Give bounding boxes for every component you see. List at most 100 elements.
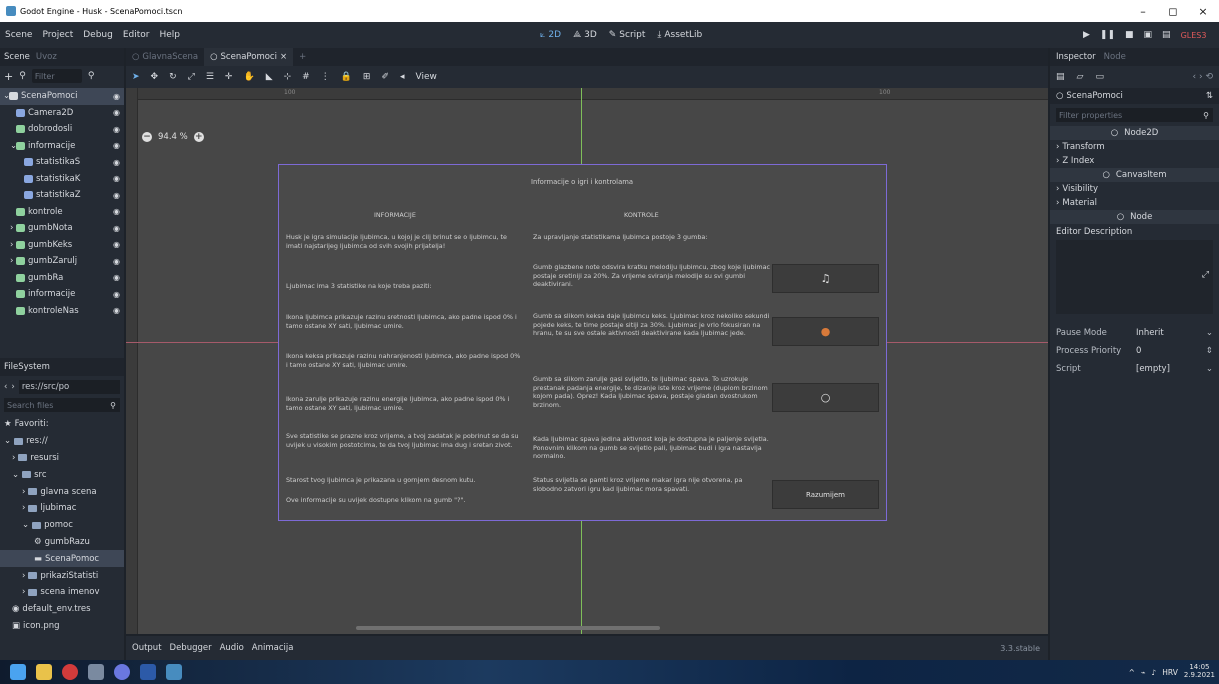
play-scene-icon[interactable]: ▣ [1144,30,1153,40]
scene-tree-node[interactable]: dobrodosli ◉ [0,121,124,138]
move-tool-icon[interactable]: ✥ [151,72,159,82]
view-menu[interactable]: View [416,72,437,82]
object-options-icon[interactable]: ⇅ [1206,91,1213,101]
visibility-eye-icon[interactable]: ◉ [113,290,120,299]
scene-tree-node[interactable]: statistikaS ◉ [0,154,124,171]
razumijem-button[interactable]: Razumijem [772,480,879,509]
filesystem-item[interactable]: › resursi [0,450,124,467]
tab-audio[interactable]: Audio [220,643,244,653]
open-resource-icon[interactable]: ▱ [1077,72,1084,82]
ruler-tool-icon[interactable]: ◣ [266,72,273,82]
camera-override-icon[interactable]: ◂ [400,72,405,82]
close-tab-icon[interactable]: × [280,52,287,62]
filesystem-item[interactable]: ▣ icon.png [0,618,124,635]
tab-inspector[interactable]: Inspector [1056,52,1096,62]
workspace-2d[interactable]: ⟀ 2D [540,30,561,40]
visibility-eye-icon[interactable]: ◉ [113,240,120,249]
opera-icon[interactable] [62,664,78,680]
visibility-eye-icon[interactable]: ◉ [113,306,120,315]
discord-icon[interactable] [114,664,130,680]
visibility-eye-icon[interactable]: ◉ [113,174,120,183]
tab-scene[interactable]: Scene [4,52,30,62]
music-note-button[interactable]: ♫ [772,264,879,293]
tree-expand-icon[interactable]: ⌄ [12,470,19,480]
inspector-section[interactable]: › Z Index [1050,154,1219,168]
filesystem-item[interactable]: ⚙ gumbRazu [0,534,124,551]
scale-tool-icon[interactable]: ⤢ [188,72,195,82]
tab-debugger[interactable]: Debugger [170,643,212,653]
cookie-button[interactable]: ● [772,317,879,346]
visibility-eye-icon[interactable]: ◉ [113,207,120,216]
tree-expand-icon[interactable]: › [22,487,25,497]
visibility-eye-icon[interactable]: ◉ [113,125,120,134]
workspace-3d[interactable]: ⟁ 3D [573,30,597,40]
pivot-tool-icon[interactable]: ✛ [225,72,233,82]
filesystem-item[interactable]: ★ Favoriti: [0,416,124,433]
visibility-eye-icon[interactable]: ◉ [113,158,120,167]
language-indicator[interactable]: HRV [1162,668,1178,677]
play-custom-scene-icon[interactable]: ▤ [1162,30,1171,40]
inspector-section[interactable]: › Transform [1050,140,1219,154]
property-control-icon[interactable]: ⇕ [1206,346,1213,356]
filesystem-search-input[interactable]: Search files ⚲ [4,398,120,412]
start-icon[interactable] [10,664,26,680]
property-control-icon[interactable]: ⌄ [1206,328,1213,338]
scene-tree-node[interactable]: statistikaK ◉ [0,171,124,188]
renderer-select[interactable]: GLES3 [1181,31,1207,40]
visibility-eye-icon[interactable]: ◉ [113,191,120,200]
filesystem-item[interactable]: › ljubimac [0,500,124,517]
tab-output[interactable]: Output [132,643,162,653]
maximize-button[interactable]: ◻ [1158,0,1188,22]
forward-icon[interactable]: › [11,382,14,392]
play-icon[interactable]: ▶ [1083,30,1090,40]
scene-tree-node[interactable]: › gumbNota ◉ [0,220,124,237]
visibility-eye-icon[interactable]: ◉ [113,141,120,150]
filesystem-item[interactable]: › scena imenov [0,584,124,601]
tab-animacija[interactable]: Animacija [252,643,294,653]
scene-tree-node[interactable]: gumbRa ◉ [0,270,124,287]
add-tab-button[interactable]: + [293,48,312,66]
tab-glavnascena[interactable]: ○ GlavnaScena [126,48,204,66]
network-icon[interactable]: ⌁ [1141,668,1146,677]
save-resource-icon[interactable]: ▭ [1095,72,1104,82]
close-window-button[interactable]: × [1188,0,1218,22]
menu-scene[interactable]: Scene [0,30,37,40]
inspected-object[interactable]: ○ ScenaPomoci ⇅ [1050,88,1219,104]
inspector-section[interactable]: › Material [1050,196,1219,210]
scene-tree-node[interactable]: ⌄ ScenaPomoci ◉ [0,88,124,105]
menu-help[interactable]: Help [155,30,186,40]
tray-chevron-icon[interactable]: ^ [1129,668,1135,677]
smart-snap-icon[interactable]: ⊹ [284,72,292,82]
visibility-eye-icon[interactable]: ◉ [113,92,120,101]
property-value[interactable]: [empty] [1136,364,1170,374]
property-control-icon[interactable]: ⌄ [1206,364,1213,374]
tree-expand-icon[interactable]: › [22,503,25,513]
zoom-out-button[interactable]: − [142,132,152,142]
filter-properties-input[interactable]: Filter properties ⚲ [1056,108,1213,122]
grid-snap-icon[interactable]: # [302,72,310,82]
inspector-category[interactable]: ○ Node2D [1050,126,1219,140]
tab-uvoz[interactable]: Uvoz [36,52,57,62]
visibility-eye-icon[interactable]: ◉ [113,273,120,282]
scene-tree-node[interactable]: › gumbZarulj ◉ [0,253,124,270]
visibility-eye-icon[interactable]: ◉ [113,257,120,266]
expand-icon[interactable]: ⤢ [1202,270,1209,280]
filesystem-path[interactable]: res://src/po [18,380,120,394]
scene-tree-node[interactable]: informacije ◉ [0,286,124,303]
filesystem-item[interactable]: › glavna scena [0,483,124,500]
minimize-button[interactable]: – [1128,0,1158,22]
tab-node[interactable]: Node [1104,52,1126,62]
app-icon[interactable] [88,664,104,680]
horizontal-scrollbar[interactable] [356,626,660,630]
filesystem-item[interactable]: ◉ default_env.tres [0,601,124,618]
workspace-script[interactable]: ✎ Script [609,30,646,40]
tab-scenapomoci[interactable]: ○ ScenaPomoci × [204,48,294,66]
group-icon[interactable]: ⊞ [363,72,371,82]
back-icon[interactable]: ‹ [4,382,7,392]
filesystem-item[interactable]: ⌄ pomoc [0,517,124,534]
visibility-eye-icon[interactable]: ◉ [113,224,120,233]
menu-editor[interactable]: Editor [118,30,155,40]
tree-expand-icon[interactable]: ⌄ [4,436,11,446]
menu-project[interactable]: Project [37,30,78,40]
tree-expand-icon[interactable]: ⌄ [22,520,29,530]
